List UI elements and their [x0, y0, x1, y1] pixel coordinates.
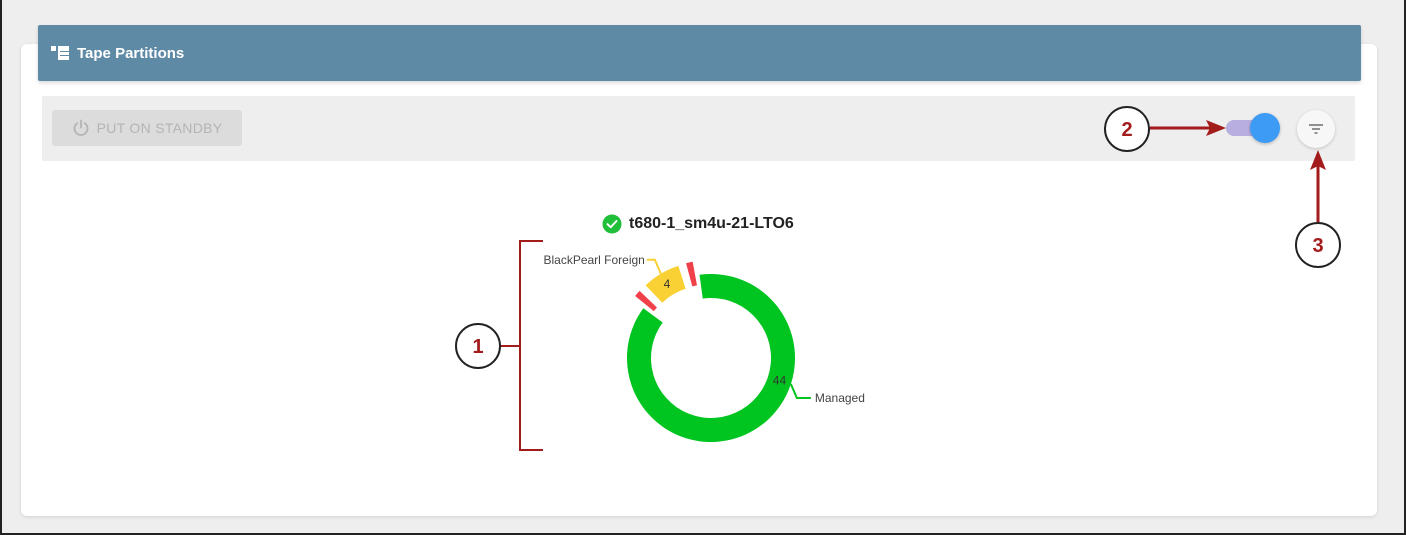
callout-2-number: 2: [1121, 119, 1132, 141]
slice-value-label: 4: [664, 277, 671, 291]
donut-chart: [627, 261, 796, 442]
slice-leader-line: [789, 383, 811, 400]
donut-slice-3[interactable]: [686, 261, 698, 287]
bracket-callout-1: [500, 240, 543, 451]
slice-category-label: BlackPearl Foreign: [543, 253, 644, 267]
chart-and-annotations: 44 Managed 4 BlackPearl Foreign 1 2 3: [455, 106, 1341, 451]
callout-1-number: 1: [472, 336, 483, 358]
slice-category-label: Managed: [815, 391, 865, 405]
callout-3-number: 3: [1312, 235, 1323, 257]
slice-value-label: 44: [773, 373, 787, 387]
slice-leader-line: [646, 258, 662, 275]
donut-slice-managed[interactable]: [627, 274, 796, 442]
donut-slice-1[interactable]: [635, 290, 657, 312]
